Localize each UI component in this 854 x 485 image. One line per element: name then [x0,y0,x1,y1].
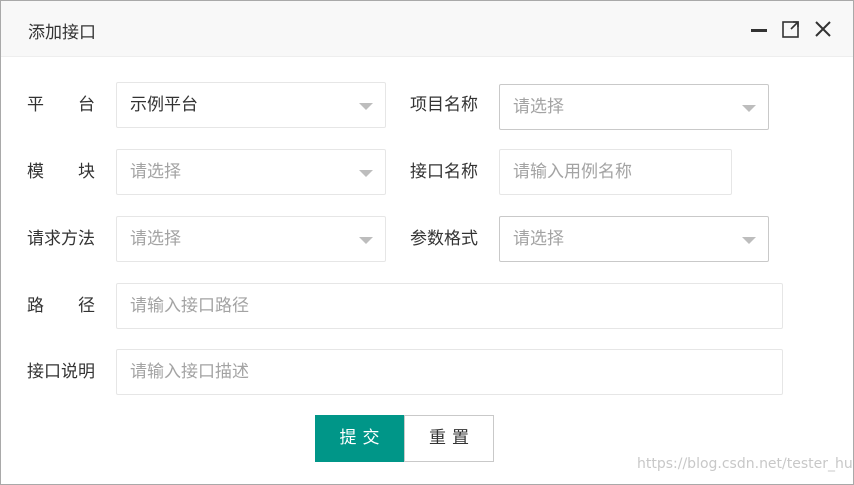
reset-button[interactable]: 重置 [404,415,494,462]
module-select[interactable]: 请选择 [116,149,386,195]
project-label: 项目名称 [410,95,478,115]
description-label: 接口说明 [27,362,95,382]
platform-select[interactable]: 示例平台 [116,82,386,128]
chevron-down-icon [742,105,756,112]
chevron-down-icon [742,237,756,244]
method-select[interactable]: 请选择 [116,216,386,262]
dialog-title: 添加接口 [28,23,96,43]
description-placeholder: 请输入接口描述 [130,362,249,382]
project-select[interactable]: 请选择 [499,84,769,130]
api-name-label: 接口名称 [410,162,478,182]
method-label: 请求方法 [27,229,95,249]
chevron-down-icon [359,237,373,244]
platform-label: 平 台 [27,95,95,115]
maximize-icon[interactable] [781,19,801,39]
path-placeholder: 请输入接口路径 [130,296,249,316]
param-format-placeholder: 请选择 [513,229,564,249]
close-icon[interactable] [813,19,833,39]
path-input[interactable]: 请输入接口路径 [116,283,783,329]
param-format-select[interactable]: 请选择 [499,216,769,262]
param-format-label: 参数格式 [410,229,478,249]
api-name-input[interactable]: 请输入用例名称 [499,149,732,195]
api-name-placeholder: 请输入用例名称 [513,162,632,182]
watermark-text: https://blog.csdn.net/tester_hu... [637,456,854,472]
description-input[interactable]: 请输入接口描述 [116,349,783,395]
add-api-dialog: 添加接口 平 台 示例平台 项目名称 请选择 模 块 请选择 接口名称 请输入用… [0,0,854,485]
chevron-down-icon [359,170,373,177]
project-placeholder: 请选择 [513,97,564,117]
module-placeholder: 请选择 [130,162,181,182]
module-label: 模 块 [27,162,95,182]
platform-value: 示例平台 [130,95,198,115]
method-placeholder: 请选择 [130,229,181,249]
dialog-titlebar: 添加接口 [1,1,853,57]
submit-button[interactable]: 提交 [315,415,404,462]
path-label: 路 径 [27,296,95,316]
minimize-icon[interactable] [749,19,769,39]
chevron-down-icon [359,103,373,110]
